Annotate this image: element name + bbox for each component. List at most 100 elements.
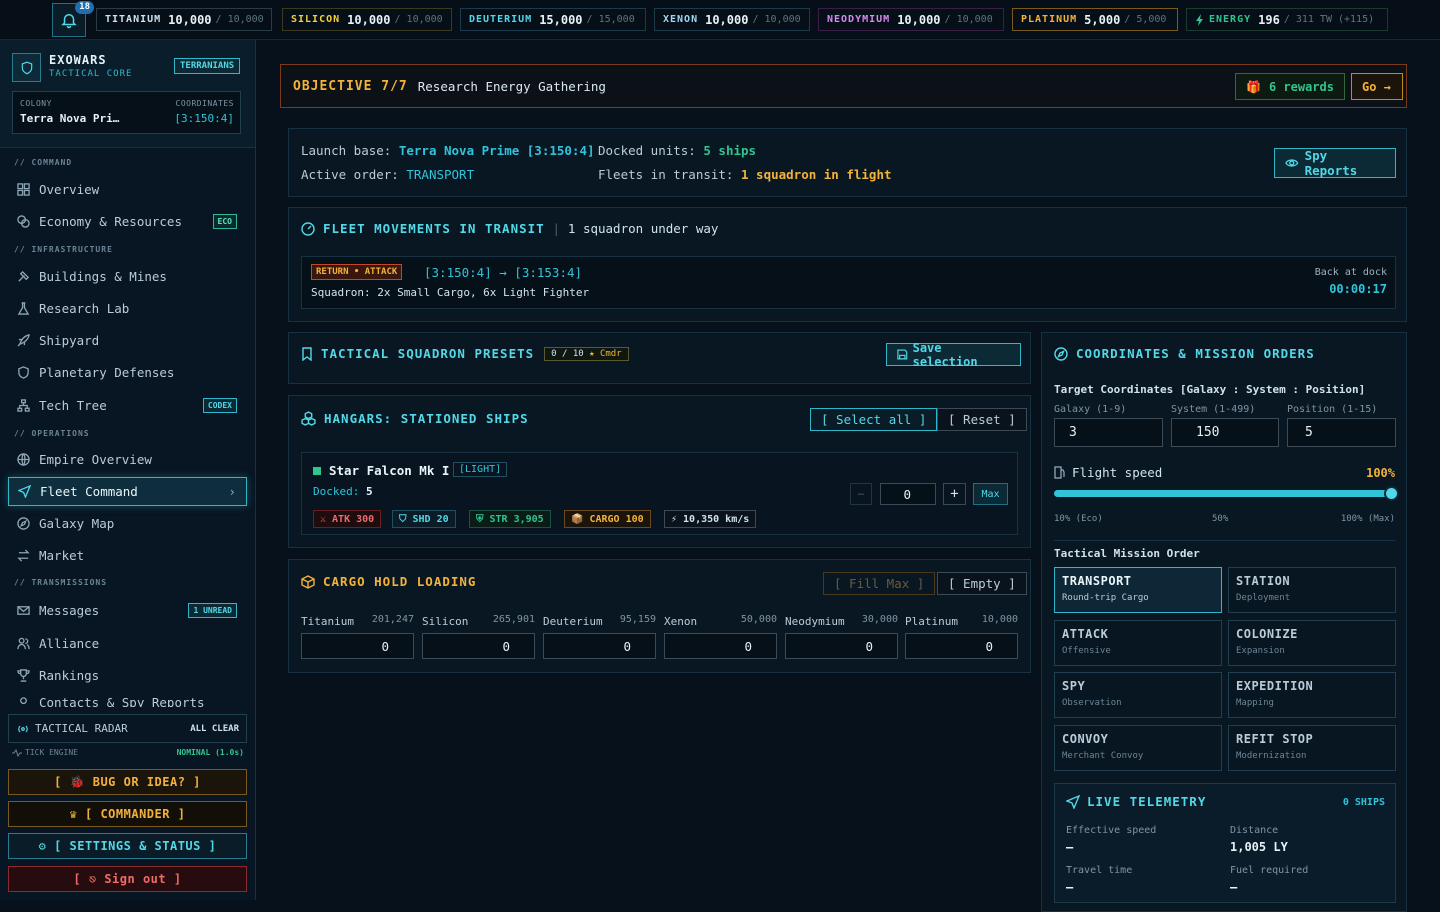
mission-expedition[interactable]: EXPEDITION Mapping (1228, 672, 1396, 718)
flight-speed-label: Flight speed (1054, 465, 1162, 480)
cargo-deuterium-input[interactable]: 0 (543, 633, 656, 659)
resource-deuterium[interactable]: DEUTERIUM 15,000 / 15,000 (460, 8, 646, 31)
cargo-xenon-input[interactable]: 0 (664, 633, 777, 659)
resource-silicon[interactable]: SILICON 10,000 / 10,000 (282, 8, 452, 31)
sidebar-item-label: Planetary Defenses (39, 365, 175, 380)
sidebar-item-buildings[interactable]: Buildings & Mines (8, 262, 247, 291)
fleet-movement-row[interactable]: RETURN • ATTACK [3:150:4] → [3:153:4] Sq… (301, 256, 1396, 309)
notifications-button[interactable]: 18 (52, 1, 94, 37)
flight-speed-slider[interactable] (1054, 486, 1399, 501)
ship-quantity-input[interactable]: 0 (880, 483, 936, 505)
sidebar-item-research[interactable]: Research Lab (8, 294, 247, 323)
mission-subtitle: Offensive (1062, 646, 1111, 656)
resource-amount: 10,000 (347, 12, 391, 27)
mission-name: COLONIZE (1236, 627, 1298, 641)
resource-energy[interactable]: ENERGY 196 / 311 TW (+115) (1186, 8, 1388, 31)
contacts-icon (16, 695, 30, 707)
ship-docked-value: 5 (366, 485, 373, 498)
mission-subtitle: Modernization (1236, 751, 1307, 761)
system-input[interactable]: 150 (1171, 418, 1279, 447)
fleets-in-transit: Fleets in transit: 1 squadron in flight (598, 167, 892, 182)
resource-platinum[interactable]: PLATINUM 5,000 / 5,000 (1012, 8, 1178, 31)
decrement-button[interactable]: − (850, 483, 872, 505)
empty-button[interactable]: [ Empty ] (937, 572, 1027, 595)
shield-icon (16, 366, 30, 380)
sidebar-item-economy[interactable]: Economy & Resources ECO (8, 207, 247, 236)
radar-icon (18, 725, 28, 732)
save-selection-button[interactable]: Save selection (886, 341, 1021, 369)
distance-label: Distance (1230, 825, 1279, 836)
sidebar: EXOWARS TACTICAL CORE TERRANIANS COLONY … (0, 40, 256, 900)
cargo-platinum-input[interactable]: 0 (905, 633, 1018, 659)
cargo-neodymium-input[interactable]: 0 (785, 633, 898, 659)
sidebar-item-label: Shipyard (39, 333, 100, 348)
speed-stat: ⚡ 10,350 km/s (664, 510, 757, 528)
cargo-resource-available: 201,247 (371, 614, 414, 625)
sidebar-item-fleet-command[interactable]: Fleet Command › (8, 477, 247, 506)
mission-spy[interactable]: SPY Observation (1054, 672, 1222, 718)
mission-station[interactable]: STATION Deployment (1228, 567, 1396, 613)
mission-convoy[interactable]: CONVOY Merchant Convoy (1054, 725, 1222, 771)
bug-report-button[interactable]: [ 🐞 BUG OR IDEA? ] (8, 769, 247, 795)
sign-out-button[interactable]: [ ⎋ Sign out ] (8, 866, 247, 892)
mission-transport[interactable]: TRANSPORT Round-trip Cargo (1054, 567, 1222, 613)
max-button[interactable]: Max (973, 483, 1008, 505)
speed-tick-eco: 10% (Eco) (1054, 514, 1103, 524)
sidebar-item-label: Economy & Resources (39, 214, 182, 229)
eye-icon (1285, 159, 1299, 167)
sidebar-item-empire[interactable]: Empire Overview (8, 445, 247, 474)
cargo-silicon-input[interactable]: 0 (422, 633, 535, 659)
resource-amount: 10,000 (897, 12, 941, 27)
resource-neodymium[interactable]: NEODYMIUM 10,000 / 10,000 (818, 8, 1004, 31)
cargo-hold-panel: CARGO HOLD LOADING [ Fill Max ] [ Empty … (288, 559, 1031, 673)
position-input[interactable]: 5 (1287, 418, 1396, 447)
objective-text: Research Energy Gathering (417, 78, 606, 94)
rewards-button[interactable]: 🎁 6 rewards (1235, 73, 1345, 100)
mission-name: SPY (1062, 679, 1086, 693)
go-button[interactable]: Go → (1351, 73, 1403, 100)
bell-icon (61, 14, 77, 29)
telemetry-header: LIVE TELEMETRY (1066, 794, 1206, 809)
sidebar-item-galaxy-map[interactable]: Galaxy Map (8, 509, 247, 538)
colony-selector[interactable]: COLONY COORDINATES Terra Nova Pri… [3:15… (12, 91, 241, 134)
shield-logo-icon (12, 53, 41, 82)
sidebar-item-shipyard[interactable]: Shipyard (8, 326, 247, 355)
mail-icon (16, 604, 30, 618)
cargo-titanium-input[interactable]: 0 (301, 633, 414, 659)
sidebar-item-contacts[interactable]: Contacts & Spy Reports (8, 693, 247, 707)
mission-colonize[interactable]: COLONIZE Expansion (1228, 620, 1396, 666)
spy-reports-button[interactable]: Spy Reports (1274, 148, 1396, 178)
resource-name: DEUTERIUM (469, 14, 533, 25)
settings-button[interactable]: ⚙ [ SETTINGS & STATUS ] (8, 833, 247, 859)
mission-refit-stop[interactable]: REFIT STOP Modernization (1228, 725, 1396, 771)
increment-button[interactable]: + (943, 483, 966, 505)
reset-button[interactable]: [ Reset ] (937, 408, 1027, 431)
sidebar-item-messages[interactable]: Messages 1 UNREAD (8, 596, 247, 625)
sidebar-item-defenses[interactable]: Planetary Defenses (8, 358, 247, 387)
flight-speed-thumb[interactable] (1384, 486, 1399, 501)
resource-bar: 18 TITANIUM 10,000 / 10,000 SILICON 10,0… (0, 0, 1440, 40)
mission-attack[interactable]: ATTACK Offensive (1054, 620, 1222, 666)
mission-subtitle: Observation (1062, 698, 1122, 708)
resource-capacity: / 10,000 (752, 14, 801, 25)
sidebar-item-overview[interactable]: Overview (8, 175, 247, 204)
chevron-right-icon: › (228, 484, 236, 499)
sidebar-item-techtree[interactable]: Tech Tree CODEX (8, 391, 247, 420)
resource-name: ENERGY (1209, 14, 1252, 25)
fill-max-button[interactable]: [ Fill Max ] (823, 572, 936, 595)
resource-xenon[interactable]: XENON 10,000 / 10,000 (654, 8, 810, 31)
mission-name: TRANSPORT (1062, 574, 1132, 588)
shield-stat: ⛉ SHD 20 (392, 510, 456, 528)
save-icon (897, 349, 908, 360)
resource-titanium[interactable]: TITANIUM 10,000 / 10,000 (96, 8, 272, 31)
select-all-button[interactable]: [ Select all ] (810, 408, 938, 431)
sidebar-item-rankings[interactable]: Rankings (8, 661, 247, 690)
divider (1054, 540, 1396, 541)
galaxy-input[interactable]: 3 (1054, 418, 1163, 447)
tactical-radar[interactable]: TACTICAL RADAR ALL CLEAR (8, 714, 247, 743)
sidebar-item-alliance[interactable]: Alliance (8, 629, 247, 658)
commander-button[interactable]: ♛ [ COMMANDER ] (8, 801, 247, 827)
flight-speed-value: 100% (1366, 466, 1395, 480)
sidebar-item-label: Messages (39, 603, 100, 618)
sidebar-item-market[interactable]: Market (8, 541, 247, 570)
